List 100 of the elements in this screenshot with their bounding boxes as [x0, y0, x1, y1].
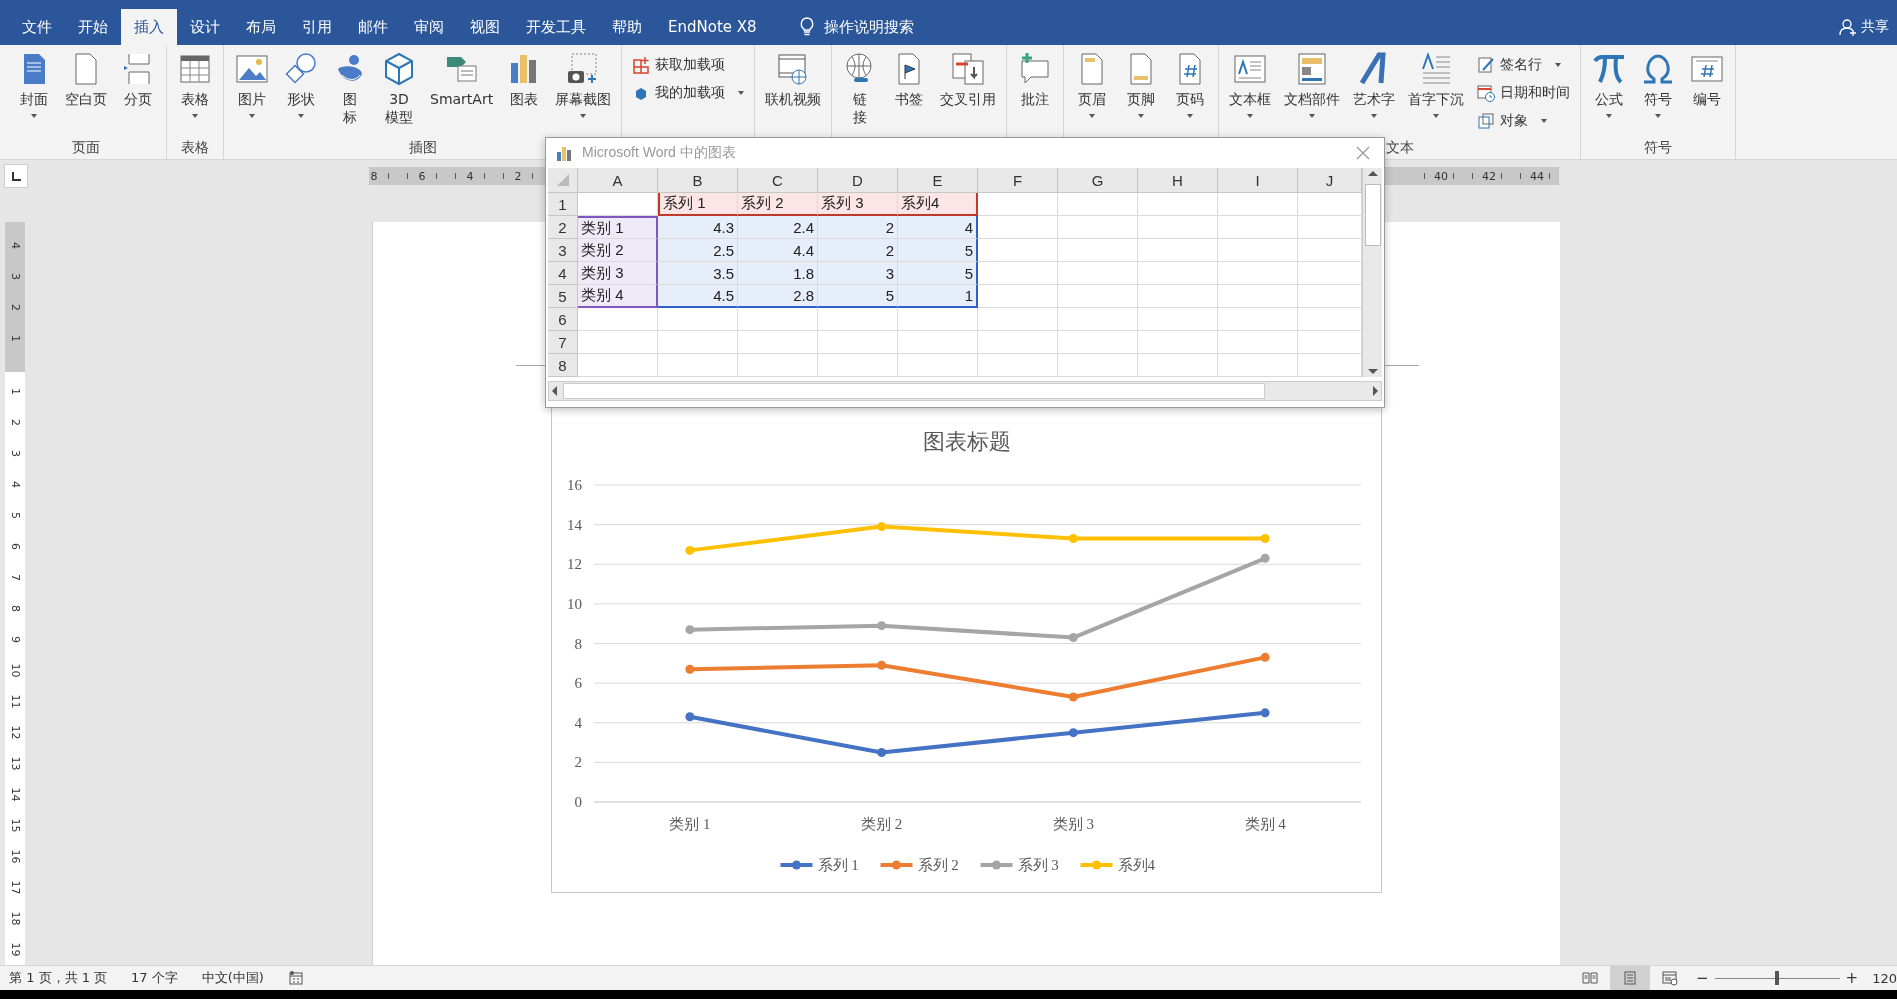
column-header[interactable]: D: [818, 168, 898, 193]
spreadsheet-cell[interactable]: [1218, 239, 1298, 262]
row-header[interactable]: 1: [548, 193, 578, 216]
spreadsheet-cell[interactable]: [1138, 239, 1218, 262]
spreadsheet-cell[interactable]: 系列 3: [818, 193, 898, 216]
spreadsheet-cell[interactable]: [1218, 354, 1298, 377]
column-header[interactable]: E: [898, 168, 978, 193]
spreadsheet-cell[interactable]: [978, 216, 1058, 239]
ribbon-button[interactable]: 书签: [885, 49, 934, 137]
ribbon-button[interactable]: 日期和时间: [1471, 81, 1577, 105]
spreadsheet-cell[interactable]: 4.4: [738, 239, 818, 262]
spreadsheet-cell[interactable]: [738, 354, 818, 377]
menu-tab[interactable]: 开发工具: [513, 9, 599, 45]
spreadsheet-cell[interactable]: 5: [898, 262, 978, 285]
spreadsheet-cell[interactable]: [658, 331, 738, 354]
vertical-scrollbar[interactable]: [1362, 168, 1382, 377]
row-header[interactable]: 2: [548, 216, 578, 239]
spreadsheet-cell[interactable]: [1058, 193, 1138, 216]
spreadsheet-cell[interactable]: 2.4: [738, 216, 818, 239]
spreadsheet-cell[interactable]: 4.5: [658, 285, 738, 308]
ribbon-button[interactable]: 批注: [1011, 49, 1060, 137]
spreadsheet-cell[interactable]: [1218, 285, 1298, 308]
ribbon-button[interactable]: 屏幕截图: [549, 49, 618, 137]
horizontal-scrollbar[interactable]: [548, 381, 1382, 401]
row-header[interactable]: 5: [548, 285, 578, 308]
column-header[interactable]: B: [658, 168, 738, 193]
column-header[interactable]: F: [978, 168, 1058, 193]
spreadsheet-cell[interactable]: 系列4: [898, 193, 978, 216]
scrollbar-thumb[interactable]: [563, 383, 1265, 399]
menu-tab[interactable]: 审阅: [401, 9, 457, 45]
spreadsheet-cell[interactable]: [738, 308, 818, 331]
spreadsheet-cell[interactable]: [1058, 216, 1138, 239]
spreadsheet-cell[interactable]: 2.5: [658, 239, 738, 262]
spreadsheet-cell[interactable]: 类别 3: [578, 262, 658, 285]
ribbon-button[interactable]: 链接: [836, 49, 885, 137]
spreadsheet-cell[interactable]: 4.3: [658, 216, 738, 239]
spreadsheet-cell[interactable]: [1138, 193, 1218, 216]
spreadsheet-cell[interactable]: [1058, 285, 1138, 308]
ribbon-button[interactable]: 我的加载项: [626, 81, 751, 105]
spreadsheet-cell[interactable]: 3: [818, 262, 898, 285]
spreadsheet-cell[interactable]: [578, 331, 658, 354]
ribbon-button[interactable]: 表格: [171, 49, 219, 137]
ribbon-button[interactable]: SmartArt: [424, 49, 500, 137]
spreadsheet-cell[interactable]: [818, 354, 898, 377]
spreadsheet-cell[interactable]: [818, 308, 898, 331]
menu-tab[interactable]: 引用: [289, 9, 345, 45]
spreadsheet-cell[interactable]: [898, 308, 978, 331]
spreadsheet-cell[interactable]: 2: [818, 216, 898, 239]
row-header[interactable]: 3: [548, 239, 578, 262]
spreadsheet-cell[interactable]: [1138, 354, 1218, 377]
spreadsheet-cell[interactable]: 5: [898, 239, 978, 262]
spreadsheet-cell[interactable]: [978, 193, 1058, 216]
ribbon-button[interactable]: 文档部件: [1278, 49, 1347, 137]
spreadsheet-cell[interactable]: 3.5: [658, 262, 738, 285]
ribbon-button[interactable]: 联机视频: [759, 49, 828, 137]
spreadsheet-cell[interactable]: [898, 331, 978, 354]
slider-thumb[interactable]: [1775, 971, 1780, 985]
spreadsheet-cell[interactable]: [1138, 331, 1218, 354]
ribbon-button[interactable]: 图片: [228, 49, 276, 137]
spreadsheet-cell[interactable]: 5: [818, 285, 898, 308]
ribbon-button[interactable]: 图表: [500, 49, 549, 137]
spreadsheet-cell[interactable]: [658, 308, 738, 331]
row-header[interactable]: 4: [548, 262, 578, 285]
spreadsheet-cell[interactable]: [1058, 331, 1138, 354]
scrollbar-thumb[interactable]: [1364, 184, 1381, 246]
spreadsheet-cell[interactable]: 类别 4: [578, 285, 658, 308]
spreadsheet-cell[interactable]: 系列 2: [738, 193, 818, 216]
zoom-out-button[interactable]: −: [1690, 969, 1715, 987]
row-header[interactable]: 7: [548, 331, 578, 354]
spreadsheet-cell[interactable]: [1058, 239, 1138, 262]
tab-stop-button[interactable]: [4, 164, 28, 188]
spreadsheet-cell[interactable]: [1138, 308, 1218, 331]
ribbon-button[interactable]: 交叉引用: [934, 49, 1003, 137]
spreadsheet-cell[interactable]: 2.8: [738, 285, 818, 308]
spreadsheet-cell[interactable]: [578, 308, 658, 331]
column-header[interactable]: C: [738, 168, 818, 193]
ribbon-button[interactable]: 对象: [1471, 109, 1577, 133]
spreadsheet-cell[interactable]: [978, 239, 1058, 262]
spreadsheet-cell[interactable]: 1: [898, 285, 978, 308]
spreadsheet-cell[interactable]: [1058, 354, 1138, 377]
menu-tab[interactable]: EndNote X8: [655, 9, 770, 45]
search-field[interactable]: 操作说明搜索: [823, 17, 914, 37]
ribbon-button[interactable]: 页眉: [1068, 49, 1117, 137]
ribbon-button[interactable]: 签名行: [1471, 53, 1577, 77]
menu-tab[interactable]: 设计: [177, 9, 233, 45]
ribbon-button[interactable]: 页码: [1166, 49, 1215, 137]
ribbon-button[interactable]: 符号: [1634, 49, 1683, 137]
spreadsheet-cell[interactable]: [1218, 308, 1298, 331]
column-header[interactable]: J: [1298, 168, 1362, 193]
ribbon-button[interactable]: 3D 模型: [375, 49, 423, 137]
spreadsheet-cell[interactable]: [978, 354, 1058, 377]
row-header[interactable]: 8: [548, 354, 578, 377]
spreadsheet-cell[interactable]: [1138, 285, 1218, 308]
menu-tab[interactable]: 视图: [457, 9, 513, 45]
spreadsheet-cell[interactable]: 4: [898, 216, 978, 239]
spreadsheet-cell[interactable]: [1218, 216, 1298, 239]
spreadsheet-cell[interactable]: 系列 1: [658, 193, 738, 216]
spreadsheet-cell[interactable]: 类别 1: [578, 216, 658, 239]
column-header[interactable]: H: [1138, 168, 1218, 193]
ribbon-button[interactable]: 公式: [1585, 49, 1634, 137]
